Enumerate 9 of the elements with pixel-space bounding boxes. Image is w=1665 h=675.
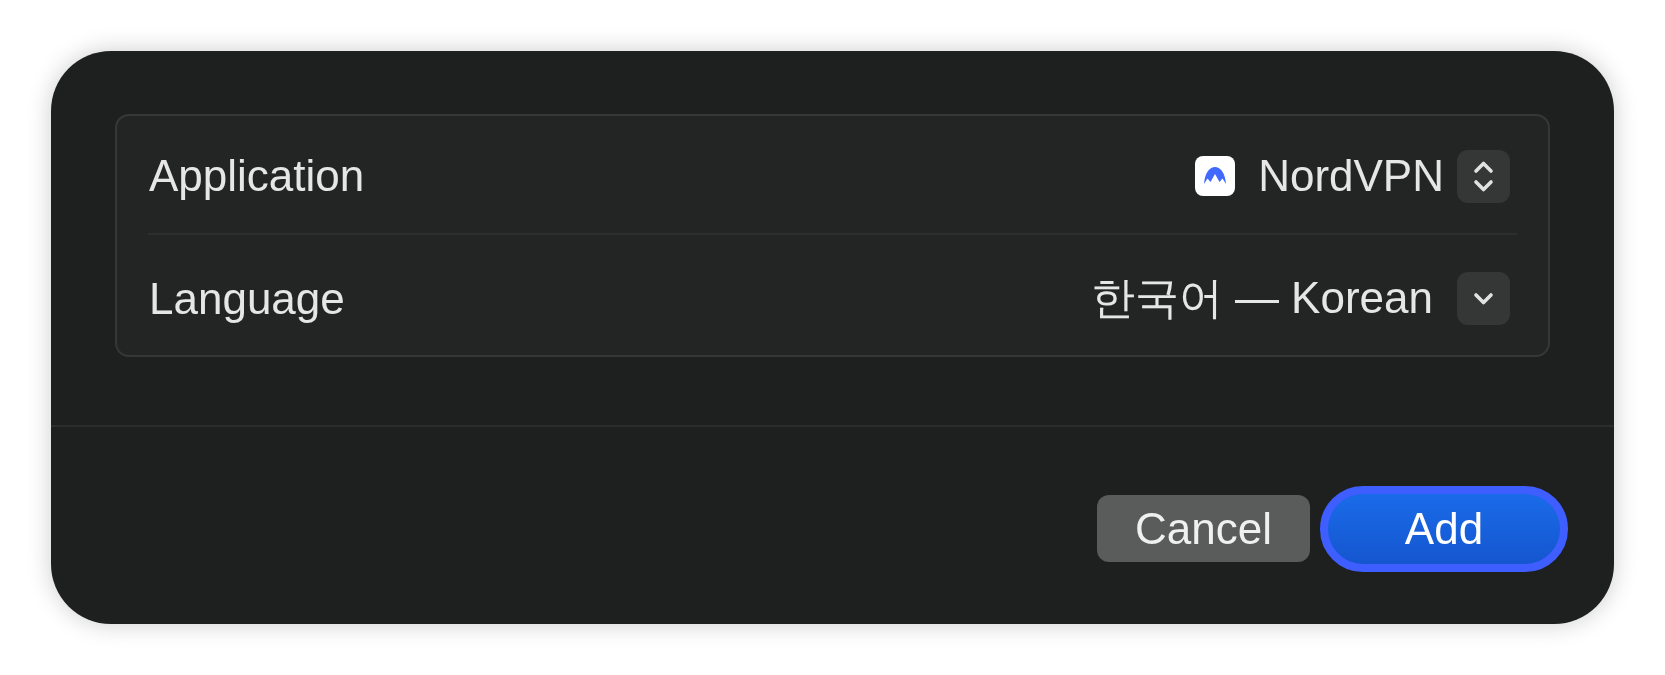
up-down-chevron-icon[interactable] xyxy=(1457,149,1510,203)
app-popup-button[interactable]: NordVPN xyxy=(1195,149,1510,203)
language-popup-button[interactable]: 한국어 — Korean xyxy=(1090,269,1510,329)
row-label: Application xyxy=(149,151,365,202)
app-logo-icon xyxy=(1195,156,1236,197)
row-label: Language xyxy=(149,273,345,324)
secondary-button[interactable]: Cancel xyxy=(1097,495,1310,562)
chevron-down-icon[interactable] xyxy=(1457,272,1510,326)
primary-button[interactable]: Add xyxy=(1320,485,1568,572)
